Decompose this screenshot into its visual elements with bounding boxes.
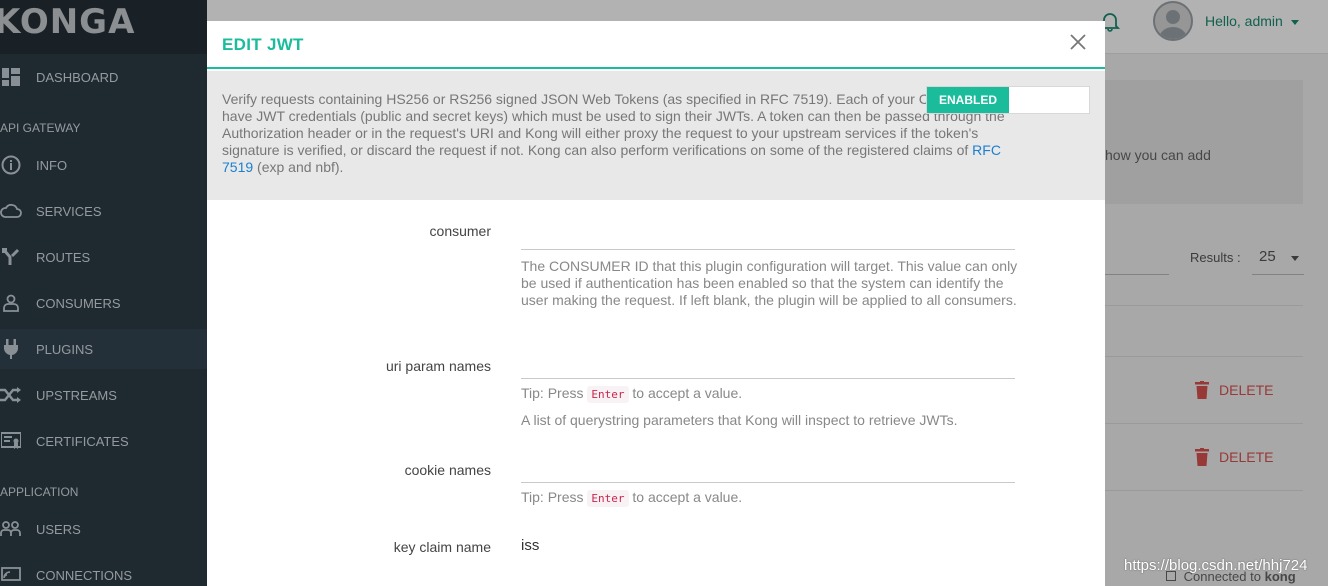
uri-param-names-tip: Tip: Press Enter to accept a value.: [521, 385, 1021, 403]
uri-param-names-help: A list of querystring parameters that Ko…: [521, 412, 958, 428]
tip-suffix: to accept a value.: [632, 385, 743, 401]
description-suffix: (exp and nbf).: [257, 159, 344, 175]
watermark: https://blog.csdn.net/hhj724: [1124, 557, 1308, 574]
uri-param-names-label: uri param names: [385, 358, 491, 374]
close-icon[interactable]: [1067, 31, 1089, 53]
consumer-label: consumer: [429, 223, 491, 239]
enter-key: Enter: [587, 490, 629, 507]
tip-prefix: Tip: Press: [521, 489, 584, 505]
key-claim-name-label: key claim name: [393, 539, 491, 555]
consumer-input[interactable]: [521, 220, 1015, 250]
key-claim-name-input[interactable]: iss: [521, 537, 1015, 586]
uri-param-names-input[interactable]: [521, 349, 1015, 379]
tip-suffix: to accept a value.: [632, 489, 743, 505]
plugin-description: Verify requests containing HS256 or RS25…: [222, 91, 1032, 176]
cookie-names-input[interactable]: [521, 453, 1015, 483]
cookie-names-tip: Tip: Press Enter to accept a value.: [521, 489, 1021, 507]
toggle-on-label: ENABLED: [927, 87, 1009, 113]
consumer-help: The CONSUMER ID that this plugin configu…: [521, 258, 1018, 308]
plugin-description-panel: Verify requests containing HS256 or RS25…: [207, 71, 1105, 200]
modal-header: EDIT JWT: [207, 21, 1105, 69]
modal-title: EDIT JWT: [222, 35, 304, 54]
edit-plugin-modal: EDIT JWT Verify requests containing HS25…: [207, 21, 1105, 586]
cookie-names-label: cookie names: [404, 462, 491, 478]
enter-key: Enter: [587, 386, 629, 403]
description-text: Verify requests containing HS256 or RS25…: [222, 91, 1014, 158]
enabled-toggle[interactable]: ENABLED: [926, 86, 1090, 114]
plugin-config-form: consumer The CONSUMER ID that this plugi…: [207, 200, 1105, 586]
tip-prefix: Tip: Press: [521, 385, 584, 401]
